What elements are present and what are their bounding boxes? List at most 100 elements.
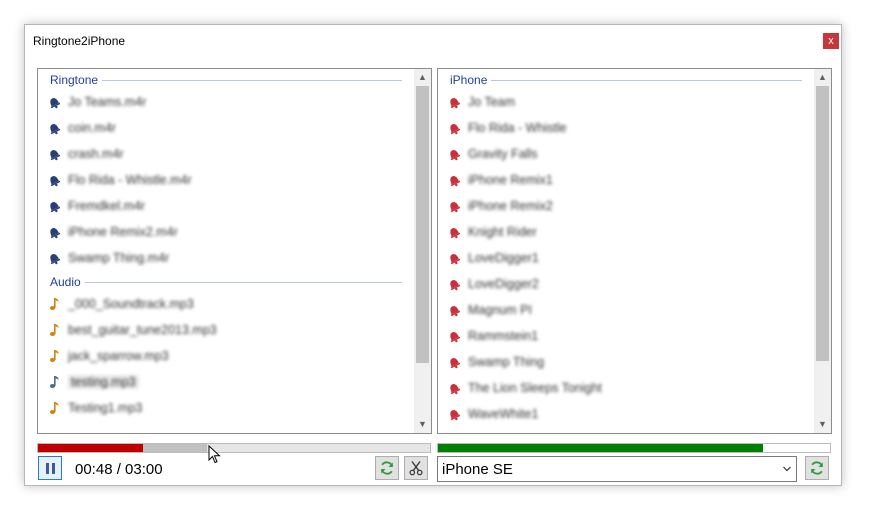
list-item-label: jack_sparrow.mp3 (68, 349, 169, 363)
list-item-label: Flo Rida - Whistle (468, 121, 567, 135)
bell-icon (50, 98, 60, 109)
ringtone-list: Ringtone Jo Teams.m4r coin.m4r crash.m4r Flo… (38, 69, 414, 433)
scroll-down-icon[interactable]: ▼ (814, 416, 831, 433)
played-bar (38, 444, 143, 452)
list-item-label: Testing1.mp3 (68, 401, 143, 415)
group-header: Ringtone (38, 71, 414, 89)
list-item[interactable]: Gravity Falls (438, 141, 814, 167)
refresh-icon (811, 461, 823, 475)
cut-button[interactable] (404, 456, 428, 480)
list-item[interactable]: iPhone Remix2.m4r (38, 219, 414, 245)
pause-button[interactable] (38, 456, 62, 480)
group-divider (50, 80, 402, 81)
list-item-label: Flo Rida - Whistle.m4r (68, 173, 192, 187)
list-item-label: Magnum PI (468, 303, 532, 317)
bell-icon (450, 176, 460, 187)
scroll-down-icon[interactable]: ▼ (414, 416, 431, 433)
list-item[interactable]: Testing1.mp3 (38, 395, 414, 421)
note-icon (49, 298, 59, 310)
pause-icon (45, 462, 49, 474)
list-item-label: iPhone Remix1 (468, 173, 553, 187)
scroll-thumb[interactable] (416, 86, 429, 363)
list-item[interactable]: Swamp Thing (438, 349, 814, 375)
list-item-label: best_guitar_tune2013.mp3 (68, 323, 217, 337)
list-item[interactable]: Knight Rider (438, 219, 814, 245)
scroll-up-icon[interactable]: ▲ (814, 69, 831, 86)
list-item-label: WaveWhite1 (468, 407, 539, 421)
playback-time: 00:48 / 03:00 (75, 461, 163, 478)
bell-icon (50, 150, 60, 161)
list-item[interactable]: WaveWhite1 (438, 401, 814, 427)
group-header: Audio (38, 273, 414, 291)
list-item[interactable]: LoveDigger2 (438, 271, 814, 297)
list-item[interactable]: testing.mp3 (38, 369, 414, 395)
bell-icon (50, 254, 60, 265)
capacity-fill (438, 444, 764, 452)
list-item-label: Jo Teams.m4r (68, 95, 147, 109)
list-item[interactable]: Flo Rida - Whistle.m4r (38, 167, 414, 193)
list-item[interactable]: Magnum PI (438, 297, 814, 323)
device-select-value: iPhone SE (442, 461, 513, 478)
list-item-label: Rammstein1 (468, 329, 539, 343)
list-item[interactable]: Swamp Thing.m4r (38, 245, 414, 271)
left-scrollbar[interactable]: ▲ ▼ (414, 69, 431, 433)
iphone-list: iPhone Jo Team Flo Rida - Whistle Gravity F… (438, 69, 814, 433)
note-icon (49, 350, 59, 362)
right-scrollbar[interactable]: ▲ ▼ (814, 69, 831, 433)
list-item[interactable]: LoveDigger1 (438, 245, 814, 271)
bell-icon (450, 384, 460, 395)
title-bar: Ringtone2iPhone x (25, 25, 841, 57)
list-item[interactable]: iPhone Remix2 (438, 193, 814, 219)
note-icon (49, 324, 59, 336)
bell-icon (450, 332, 460, 343)
bell-icon (450, 202, 460, 213)
list-item-label: Jo Team (468, 95, 516, 109)
bell-icon (450, 358, 460, 369)
list-item[interactable]: crash.m4r (38, 141, 414, 167)
bell-icon (450, 124, 460, 135)
group-divider (450, 80, 802, 81)
bell-icon (450, 98, 460, 109)
scroll-up-icon[interactable]: ▲ (414, 69, 431, 86)
bell-icon (450, 306, 460, 317)
list-item[interactable]: best_guitar_tune2013.mp3 (38, 317, 414, 343)
bell-icon (50, 228, 60, 239)
scroll-thumb[interactable] (816, 86, 829, 361)
list-item[interactable]: _000_Soundtrack.mp3 (38, 291, 414, 317)
bell-icon (50, 176, 60, 187)
bell-icon (450, 410, 460, 421)
playback-progress[interactable] (37, 443, 431, 453)
list-item[interactable]: Fremdkel.m4r (38, 193, 414, 219)
note-icon (49, 376, 59, 388)
list-item-label: Gravity Falls (468, 147, 538, 161)
list-item[interactable]: The Lion Sleeps Tonight (438, 375, 814, 401)
list-item[interactable]: Rammstein1 (438, 323, 814, 349)
list-item-label: LoveDigger1 (468, 251, 539, 265)
list-item[interactable]: iPhone Remix1 (438, 167, 814, 193)
group-header-label: Ringtone (50, 73, 103, 87)
close-button[interactable]: x (823, 33, 839, 49)
list-item[interactable]: jack_sparrow.mp3 (38, 343, 414, 369)
app-window: Ringtone2iPhone x Ringtone Jo Teams.m4r co… (24, 24, 842, 486)
bell-icon (450, 280, 460, 291)
list-item[interactable]: Jo Teams.m4r (38, 89, 414, 115)
group-divider (50, 282, 402, 283)
refresh-device-button[interactable] (805, 456, 829, 480)
refresh-left-button[interactable] (375, 456, 399, 480)
chevron-down-icon (783, 466, 791, 472)
group-header-label: iPhone (450, 73, 492, 87)
list-item-label: LoveDigger2 (468, 277, 539, 291)
list-item-label: testing.mp3 (68, 375, 139, 389)
note-icon (49, 402, 59, 414)
iphone-list-panel: iPhone Jo Team Flo Rida - Whistle Gravity F… (437, 68, 832, 434)
list-item[interactable]: Jo Team (438, 89, 814, 115)
list-item[interactable]: coin.m4r (38, 115, 414, 141)
list-item-label: coin.m4r (68, 121, 116, 135)
list-item-label: crash.m4r (68, 147, 124, 161)
group-header-label: Audio (50, 275, 85, 289)
list-item[interactable]: Flo Rida - Whistle (438, 115, 814, 141)
bell-icon (50, 124, 60, 135)
list-item-label: Knight Rider (468, 225, 537, 239)
scissors-icon (409, 461, 423, 476)
device-select[interactable]: iPhone SE (437, 456, 797, 482)
